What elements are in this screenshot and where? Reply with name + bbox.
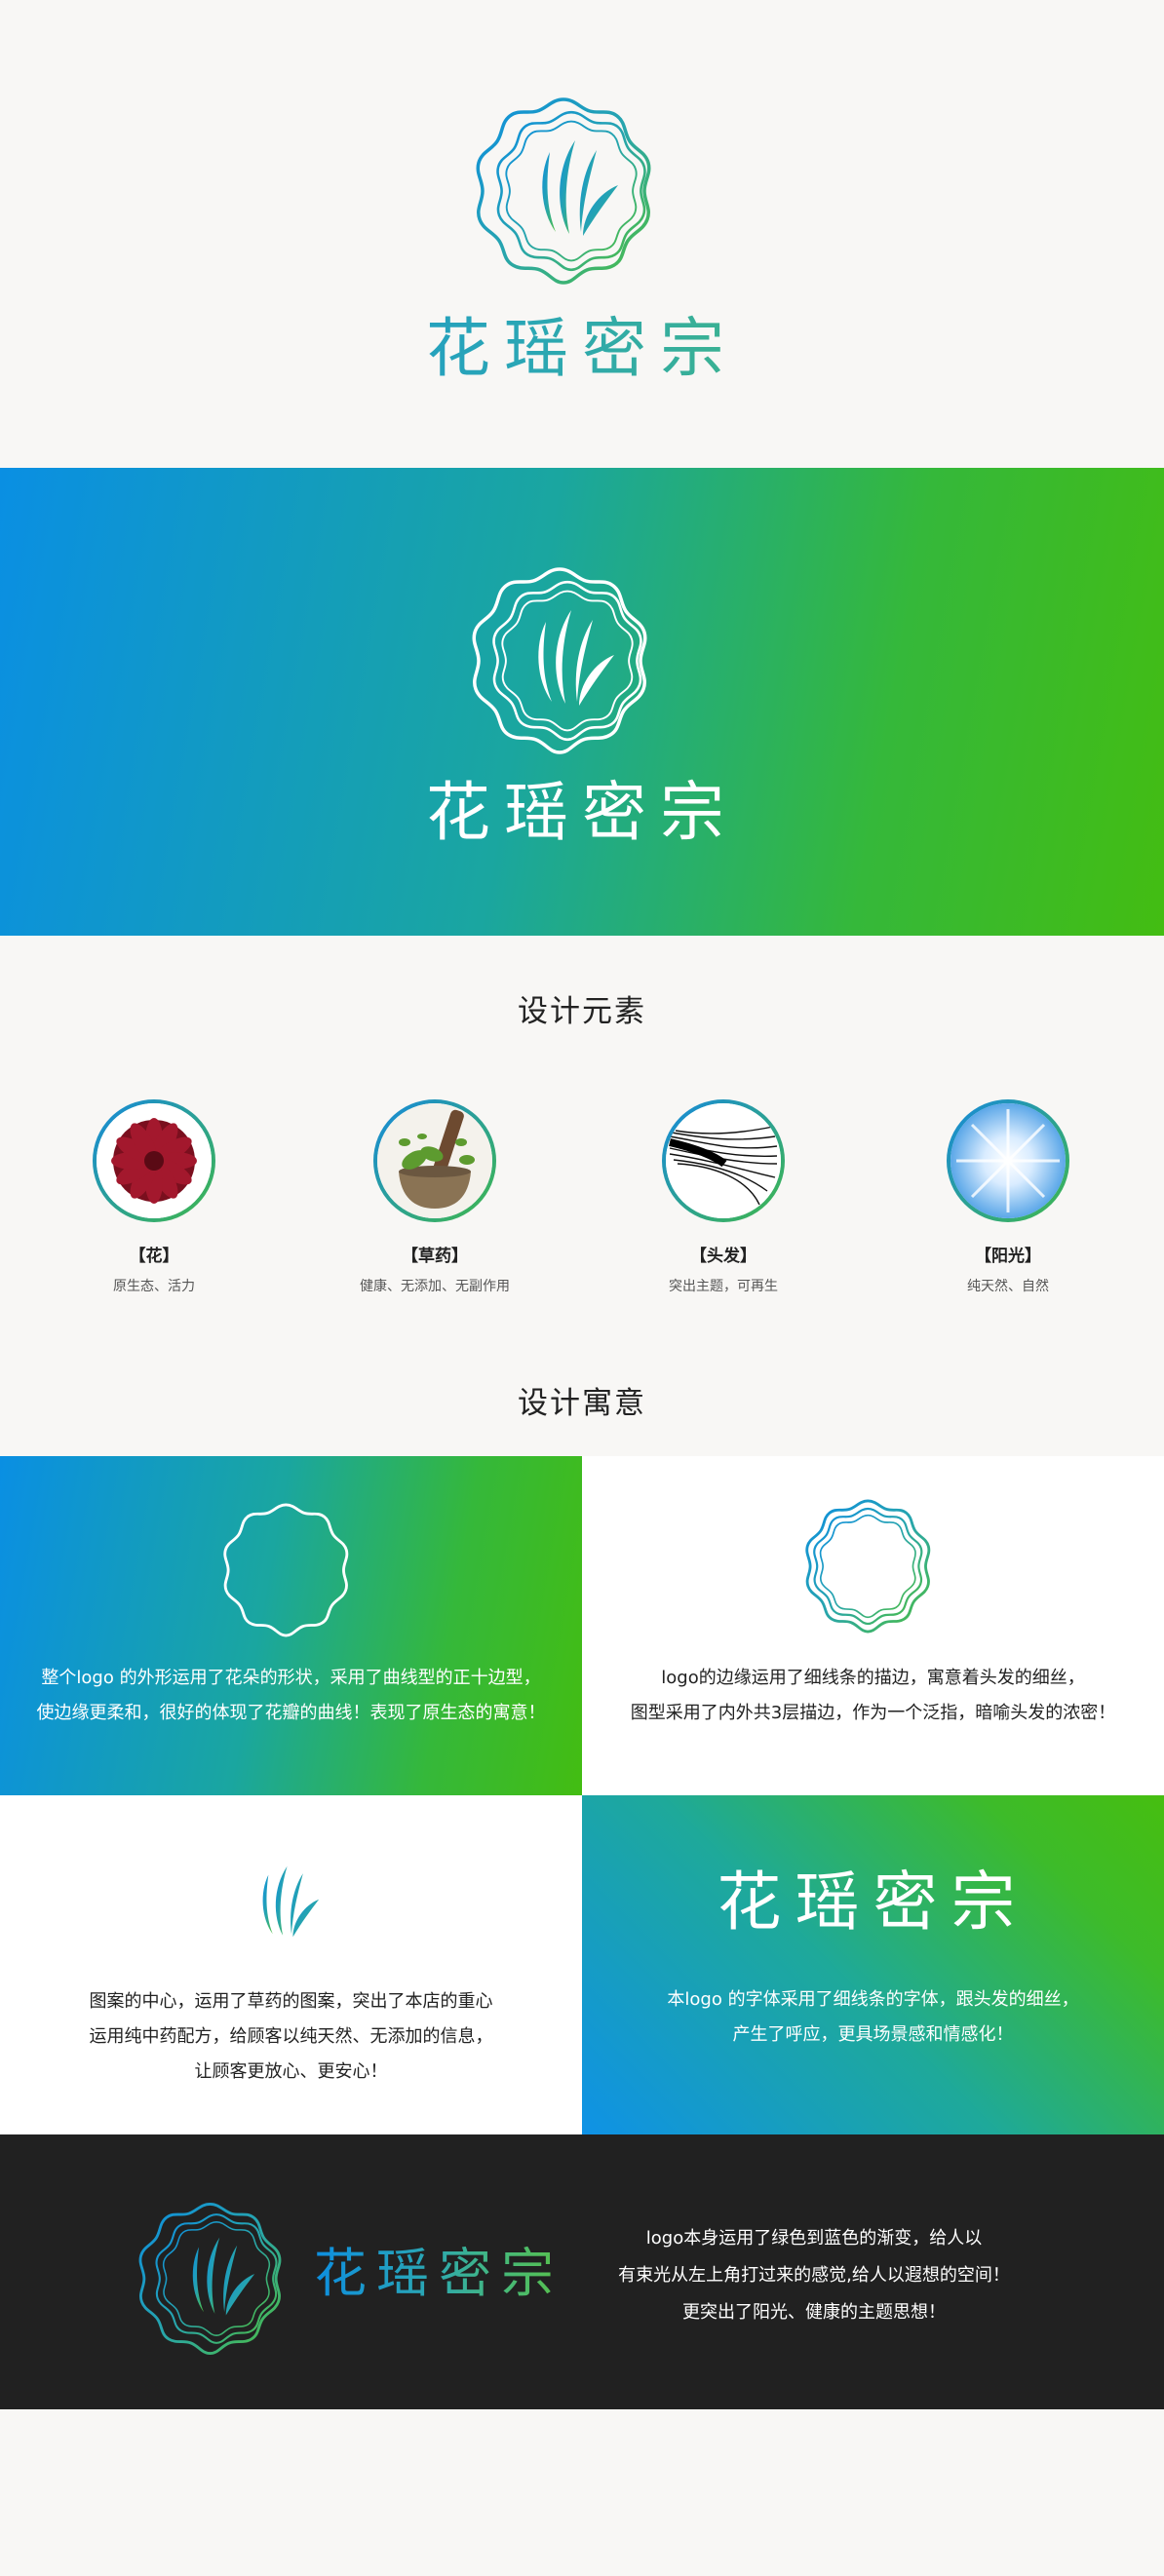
dark-logo <box>131 2193 302 2365</box>
dark-brand-name: 花瑶密宗 <box>314 2240 563 2308</box>
element-herb: 【草药】 健康、无添加、无副作用 <box>337 1099 532 1295</box>
logo-emblem-icon <box>138 2202 282 2356</box>
meaning-panel-shape: 整个logo 的外形运用了花朵的形状，采用了曲线型的正十边型， 使边缘更柔和，很… <box>0 1456 582 1795</box>
summary-line: 更突出了阳光、健康的主题思想！ <box>682 2302 946 2323</box>
dark-summary-text: logo本身运用了绿色到蓝色的渐变，给人以 有束光从左上角打过来的感觉,给人以遐… <box>575 2220 1053 2331</box>
panel-text-line: logo的边缘运用了细线条的描边，寓意着头发的细丝， <box>661 1668 1085 1688</box>
triple-outline-icon <box>805 1499 931 1634</box>
dark-summary-section: 花瑶密宗 logo本身运用了绿色到蓝色的渐变，给人以 有束光从左上角打过来的感觉… <box>0 2134 1164 2409</box>
panel-text-line: 整个logo 的外形运用了花朵的形状，采用了曲线型的正十边型， <box>41 1668 541 1688</box>
header-brand-name: 花瑶密宗 <box>0 310 1164 388</box>
banner-logo <box>462 556 673 766</box>
element-hair: 【头发】 突出主题，可再生 <box>626 1099 821 1295</box>
panel-text-line: 本logo 的字体采用了细线条的字体，跟头发的细丝， <box>667 1989 1079 2010</box>
elements-title: 设计元素 <box>518 994 646 1029</box>
meaning-panel-herb: 图案的中心，运用了草药的图案，突出了本店的重心 运用纯中药配方，给顾客以纯天然、… <box>0 1795 582 2134</box>
element-sun: 【阳光】 纯天然、自然 <box>911 1099 1106 1295</box>
element-name: 【阳光】 <box>975 1247 1041 1266</box>
summary-line: 有束光从左上角打过来的感觉,给人以遐想的空间！ <box>618 2265 1010 2286</box>
element-flower: 【花】 原生态、活力 <box>57 1099 252 1295</box>
herb-icon <box>377 1103 492 1218</box>
gradient-banner: 花瑶密宗 <box>0 468 1164 936</box>
panel-text: 整个logo 的外形运用了花朵的形状，采用了曲线型的正十边型， 使边缘更柔和，很… <box>0 1661 582 1731</box>
meaning-panel-font: 花瑶密宗 本logo 的字体采用了细线条的字体，跟头发的细丝， 产生了呼应，更具… <box>582 1795 1164 2134</box>
element-name: 【花】 <box>129 1247 179 1266</box>
panel-text-line: 图型采用了内外共3层描边，作为一个泛指，暗喻头发的浓密！ <box>630 1703 1116 1723</box>
element-desc: 原生态、活力 <box>113 1279 195 1294</box>
meaning-title: 设计寓意 <box>518 1386 646 1421</box>
leaves-icon <box>262 1865 320 1938</box>
meaning-panel-stroke: logo的边缘运用了细线条的描边，寓意着头发的细丝， 图型采用了内外共3层描边，… <box>582 1456 1164 1795</box>
element-name: 【草药】 <box>402 1247 468 1266</box>
panel-text: 本logo 的字体采用了细线条的字体，跟头发的细丝， 产生了呼应，更具场景感和情… <box>582 1982 1164 2053</box>
panel-text-line: 产生了呼应，更具场景感和情感化！ <box>732 2024 1014 2045</box>
summary-line: logo本身运用了绿色到蓝色的渐变，给人以 <box>645 2228 983 2249</box>
panel-text-line: 图案的中心，运用了草药的图案，突出了本店的重心 <box>89 1991 493 2012</box>
element-name: 【头发】 <box>690 1247 757 1266</box>
logo-emblem-icon <box>476 97 651 285</box>
panel-text-line: 使边缘更柔和，很好的体现了花瓣的曲线！表现了原生态的寓意！ <box>36 1703 546 1723</box>
panel-text-line: 让顾客更放心、更安心！ <box>194 2061 388 2082</box>
panel-text-line: 运用纯中药配方，给顾客以纯天然、无添加的信息， <box>89 2026 493 2047</box>
header-logo <box>466 86 677 296</box>
panel-text: logo的边缘运用了细线条的描边，寓意着头发的细丝， 图型采用了内外共3层描边，… <box>582 1661 1164 1731</box>
wavy-outline-icon <box>223 1503 349 1637</box>
element-desc: 突出主题，可再生 <box>669 1279 778 1294</box>
flower-icon <box>97 1103 212 1218</box>
logo-emblem-white-icon <box>472 567 647 754</box>
panel-text: 图案的中心，运用了草药的图案，突出了本店的重心 运用纯中药配方，给顾客以纯天然、… <box>0 1984 582 2090</box>
banner-brand-name: 花瑶密宗 <box>426 775 738 850</box>
sun-icon <box>951 1103 1066 1218</box>
hair-icon <box>666 1103 781 1218</box>
element-desc: 健康、无添加、无副作用 <box>360 1279 510 1294</box>
panel-brand-name: 花瑶密宗 <box>717 1865 1029 1940</box>
element-desc: 纯天然、自然 <box>967 1279 1049 1294</box>
